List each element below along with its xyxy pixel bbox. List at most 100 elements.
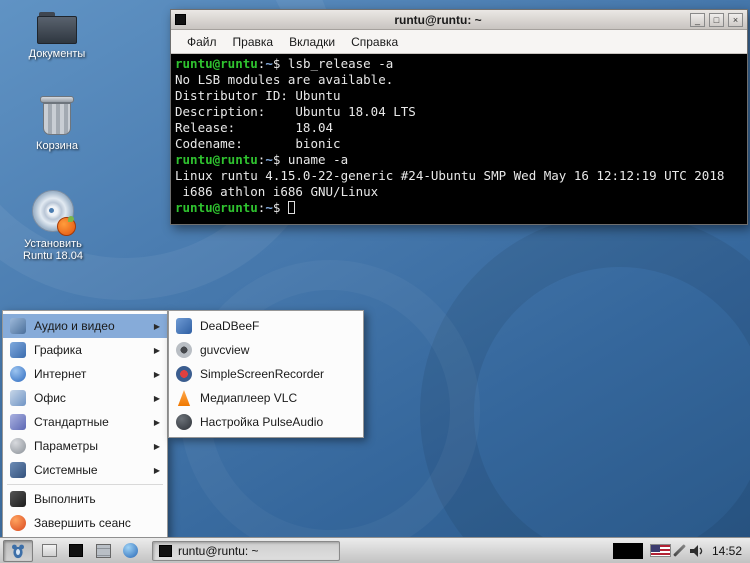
show-desktop-button[interactable] (38, 541, 60, 561)
menu-item-logout[interactable]: Завершить сеанс (3, 511, 167, 535)
terminal-line: Linux runtu 4.15.0-22-generic #24-Ubuntu… (175, 168, 725, 183)
menu-file[interactable]: Файл (179, 32, 225, 52)
terminal-line: Release: 18.04 (175, 120, 334, 135)
system-tray: 14:52 (612, 538, 750, 563)
taskbar-window-title: runtu@runtu: ~ (178, 543, 259, 558)
submenu-arrow-icon: ▶ (153, 345, 160, 355)
terminal-line: runtu@runtu:~$ (175, 200, 743, 216)
run-icon (10, 491, 26, 507)
menu-item-internet[interactable]: Интернет ▶ (3, 362, 167, 386)
terminal-window: runtu@runtu: ~ _ □ × Файл Правка Вкладки… (170, 9, 748, 225)
window-terminal-icon (175, 14, 186, 25)
applications-menu-button[interactable] (3, 539, 33, 562)
prompt-user: runtu@runtu (175, 200, 258, 215)
prompt-user: runtu@runtu (175, 56, 258, 71)
desktop-icon-label: Документы (28, 48, 86, 60)
terminal-output-area[interactable]: runtu@runtu:~$ lsb_release -a No LSB mod… (171, 54, 747, 224)
browser-globe-icon (122, 543, 138, 558)
prompt-path: ~ (265, 200, 273, 215)
submenu-item-simplescreenrecorder[interactable]: SimpleScreenRecorder (169, 362, 363, 386)
menu-separator (7, 484, 163, 485)
submenu-arrow-icon: ▶ (153, 369, 160, 379)
clock[interactable]: 14:52 (712, 544, 742, 558)
submenu-arrow-icon: ▶ (153, 441, 160, 451)
accessories-icon (10, 414, 26, 430)
logout-icon (10, 515, 26, 531)
desktop-icon-label: Корзина (36, 140, 78, 152)
webcam-icon (176, 342, 192, 358)
office-icon (10, 390, 26, 406)
keyboard-layout-flag-icon[interactable] (649, 544, 671, 557)
system-icon (10, 462, 26, 478)
submenu-arrow-icon: ▶ (153, 417, 160, 427)
prompt-path: ~ (265, 152, 273, 167)
taskbar-left: runtu@runtu: ~ (0, 538, 340, 563)
menu-item-run[interactable]: Выполнить (3, 487, 167, 511)
desktop-icon-documents[interactable]: Документы (14, 12, 100, 60)
command-text: lsb_release -a (287, 56, 394, 71)
volume-icon[interactable] (688, 543, 705, 559)
internet-icon (10, 366, 26, 382)
prompt-path: ~ (265, 56, 273, 71)
terminal-line: Codename: bionic (175, 136, 341, 151)
terminal-icon (69, 544, 83, 557)
audio-video-icon (10, 318, 26, 334)
audio-video-submenu: DeaDBeeF guvcview SimpleScreenRecorder М… (168, 310, 364, 438)
settings-icon (10, 438, 26, 454)
taskbar: runtu@runtu: ~ 14:52 (0, 537, 750, 563)
menu-item-graphics[interactable]: Графика ▶ (3, 338, 167, 362)
menu-item-system[interactable]: Системные ▶ (3, 458, 167, 482)
tray-indicator[interactable] (612, 542, 643, 559)
folder-icon (37, 12, 77, 44)
file-cabinet-icon (95, 543, 111, 558)
window-title: runtu@runtu: ~ (394, 12, 482, 27)
desktop-icon-label: Установить (24, 238, 82, 250)
screen-recorder-icon (176, 366, 192, 382)
graphics-icon (10, 342, 26, 358)
minimize-button[interactable]: _ (690, 12, 705, 27)
show-desktop-icon (41, 544, 57, 557)
terminal-line: i686 athlon i686 GNU/Linux (175, 184, 379, 199)
terminal-launcher[interactable] (65, 541, 87, 561)
file-manager-launcher[interactable] (92, 541, 114, 561)
menu-edit[interactable]: Правка (225, 32, 282, 52)
menu-help[interactable]: Справка (343, 32, 406, 52)
install-cd-icon (30, 190, 76, 236)
terminal-menubar: Файл Правка Вкладки Справка (171, 30, 747, 54)
submenu-arrow-icon: ▶ (153, 321, 160, 331)
vlc-cone-icon (177, 390, 191, 406)
tray-tool-icon[interactable] (673, 544, 686, 557)
deadbeef-icon (176, 318, 192, 334)
trash-icon (40, 96, 74, 136)
menu-item-audio-video[interactable]: Аудио и видео ▶ (3, 314, 167, 338)
submenu-item-deadbeef[interactable]: DeaDBeeF (169, 314, 363, 338)
submenu-arrow-icon: ▶ (153, 393, 160, 403)
applications-menu: Аудио и видео ▶ Графика ▶ Интернет ▶ Офи… (2, 310, 168, 539)
terminal-line: No LSB modules are available. (175, 72, 394, 87)
menu-item-office[interactable]: Офис ▶ (3, 386, 167, 410)
command-text: uname -a (287, 152, 349, 167)
maximize-button[interactable]: □ (709, 12, 724, 27)
web-browser-launcher[interactable] (119, 541, 141, 561)
menu-item-settings[interactable]: Параметры ▶ (3, 434, 167, 458)
window-titlebar[interactable]: runtu@runtu: ~ _ □ × (171, 10, 747, 30)
desktop-icon-trash[interactable]: Корзина (14, 96, 100, 152)
desktop-icon-label-line2: Runtu 18.04 (23, 250, 83, 262)
submenu-arrow-icon: ▶ (153, 465, 160, 475)
terminal-icon (159, 544, 172, 557)
terminal-line: runtu@runtu:~$ lsb_release -a (175, 56, 394, 71)
pulseaudio-icon (176, 414, 192, 430)
menu-tabs[interactable]: Вкладки (281, 32, 343, 52)
submenu-item-vlc[interactable]: Медиаплеер VLC (169, 386, 363, 410)
terminal-line: runtu@runtu:~$ uname -a (175, 152, 349, 167)
close-button[interactable]: × (728, 12, 743, 27)
desktop-icon-install-runtu[interactable]: Установить Runtu 18.04 (10, 190, 96, 262)
terminal-line: Description: Ubuntu 18.04 LTS (175, 104, 416, 119)
desktop: Документы Корзина Установить Runtu 18.04… (0, 0, 750, 563)
submenu-item-pulseaudio[interactable]: Настройка PulseAudio (169, 410, 363, 434)
submenu-item-guvcview[interactable]: guvcview (169, 338, 363, 362)
taskbar-window-button[interactable]: runtu@runtu: ~ (152, 540, 340, 561)
terminal-line: Distributor ID: Ubuntu (175, 88, 341, 103)
menu-item-accessories[interactable]: Стандартные ▶ (3, 410, 167, 434)
prompt-user: runtu@runtu (175, 152, 258, 167)
